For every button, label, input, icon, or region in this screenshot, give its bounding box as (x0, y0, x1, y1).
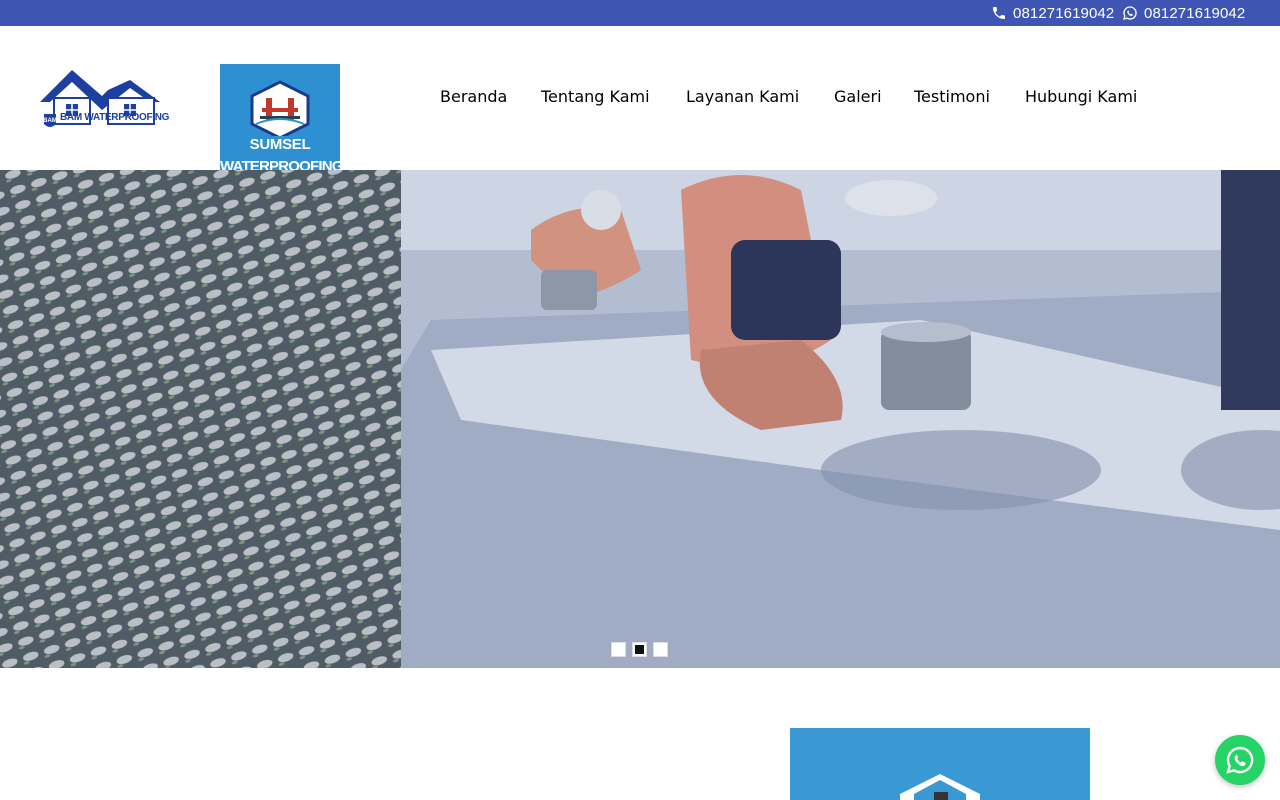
slider-dot-3[interactable] (653, 642, 668, 657)
nav-hubungi-kami[interactable]: Hubungi Kami (1025, 87, 1137, 106)
slider-pagination (611, 642, 668, 657)
phone-contact-link[interactable]: 081271619042 (991, 0, 1114, 26)
sumsel-logo-line1: SUMSEL (249, 136, 311, 153)
hero-slider[interactable] (0, 170, 1280, 668)
nav-galeri[interactable]: Galeri (834, 87, 882, 106)
svg-text:BAM: BAM (43, 118, 57, 124)
slider-dot-2-active[interactable] (632, 642, 647, 657)
bam-logo-text: BAM WATERPROOFING (60, 112, 170, 123)
whatsapp-icon (1123, 6, 1137, 20)
top-contact-bar: 081271619042 081271619042 (0, 0, 1280, 26)
about-section-logo-image (790, 728, 1090, 800)
mesh-texture-image (0, 170, 401, 668)
nav-beranda[interactable]: Beranda (440, 87, 507, 106)
hero-slide-previous-image (0, 170, 401, 668)
workers-roof-coating-image (401, 170, 1280, 668)
whatsapp-contact-link[interactable]: 081271619042 (1122, 0, 1245, 26)
whatsapp-number: 081271619042 (1144, 4, 1246, 22)
bridge-house-icon (250, 80, 310, 136)
phone-icon (993, 7, 1005, 19)
nav-tentang-kami[interactable]: Tentang Kami (541, 87, 650, 106)
nav-testimoni[interactable]: Testimoni (914, 87, 990, 106)
sumsel-waterproofing-logo[interactable]: SUMSEL WATERPROOFING (220, 64, 343, 184)
whatsapp-chat-icon (1226, 746, 1254, 774)
site-header: BAM BAM WATERPROOFING SUMSEL WATERPROOFI… (0, 26, 1280, 184)
floating-whatsapp-button[interactable] (1215, 735, 1265, 785)
house-outline-logo-icon (900, 774, 980, 800)
hero-slide-current-image (401, 170, 1280, 668)
phone-number: 081271619042 (1013, 4, 1115, 22)
slider-dot-1[interactable] (611, 642, 626, 657)
nav-layanan-kami[interactable]: Layanan Kami (686, 87, 799, 106)
